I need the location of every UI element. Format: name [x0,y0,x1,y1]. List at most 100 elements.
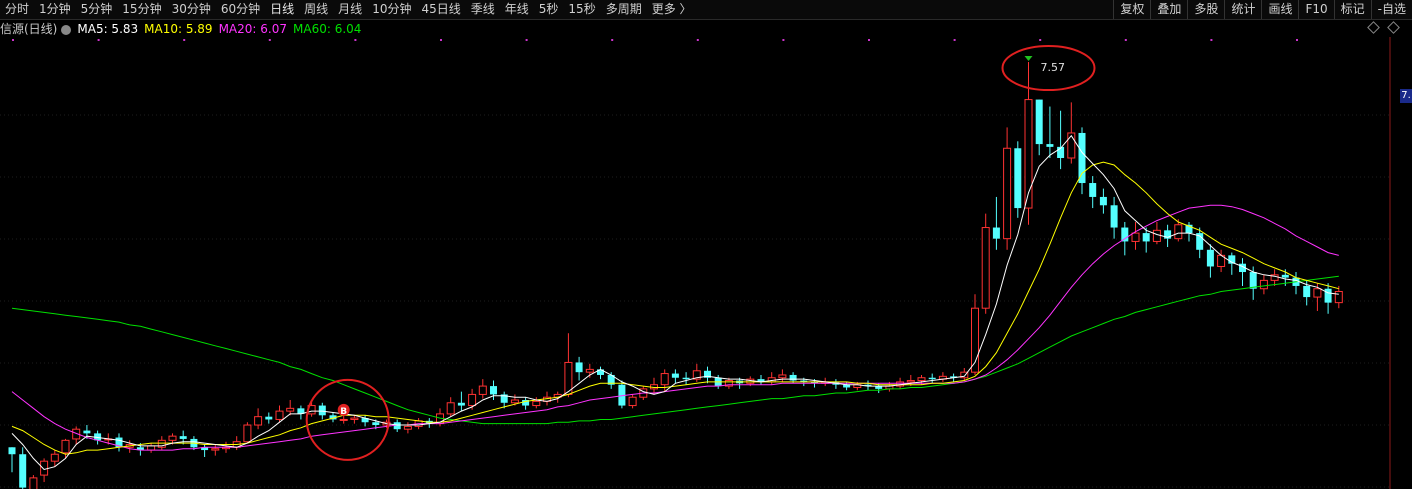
candle-body-down [265,416,273,420]
candle-body-down [1014,148,1022,209]
top-dot-marker [953,39,956,41]
period-tab-12[interactable]: 年线 [500,0,534,19]
toolbar-button-2[interactable]: 多股 [1187,0,1224,19]
toolbar-button-0[interactable]: 复权 [1113,0,1150,19]
candle-body-up [1003,147,1012,240]
toolbar-button-1[interactable]: 叠加 [1150,0,1187,19]
ma10-value: MA10: 5.89 [144,21,213,36]
top-dot-marker [868,39,870,41]
candle-body-up [532,400,541,407]
candle-body-down [1089,183,1097,197]
candle-body-down [928,377,936,380]
candle-body-up [446,402,455,415]
candle-body-down [1110,205,1118,228]
candle-body-down [682,377,690,380]
top-dot-marker [1039,39,1042,41]
period-tab-16[interactable]: 更多 〉 [647,0,697,19]
candle-body-up [29,477,38,489]
toolbar-button-3[interactable]: 统计 [1224,0,1261,19]
candle-body-up [478,385,487,395]
top-dot-marker [1210,39,1213,41]
period-tab-15[interactable]: 多周期 [601,0,647,19]
period-tab-0[interactable]: 分时 [0,0,34,19]
ma-legend: 信源(日线) MA5: 5.83 MA10: 5.89 MA20: 6.07 M… [0,20,367,37]
top-dot-marker [268,39,271,41]
period-tab-14[interactable]: 15秒 [563,0,600,19]
candle-body-up [981,227,990,309]
ma60-value: MA60: 6.04 [293,21,362,36]
candle-body-down [372,422,380,426]
candle-body-up [61,439,70,454]
candle-body-up [778,374,787,379]
candle-body-down [490,386,497,395]
top-dot-marker [611,39,614,41]
period-tab-9[interactable]: 10分钟 [367,0,416,19]
candle-body-down [575,362,583,373]
period-tab-13[interactable]: 5秒 [534,0,564,19]
period-tab-11[interactable]: 季线 [466,0,500,19]
toolbar-button-5[interactable]: F10 [1298,0,1333,19]
ma5-line [11,134,1339,471]
candle-body-down [457,402,465,406]
period-tab-2[interactable]: 5分钟 [76,0,118,19]
candle-body-down [1303,285,1311,298]
period-tab-6[interactable]: 日线 [265,0,299,19]
period-tab-1[interactable]: 1分钟 [34,0,76,19]
period-tab-7[interactable]: 周线 [299,0,333,19]
toolbar-button-7[interactable]: -自选 [1370,0,1412,19]
high-price-label: 7.57 [1041,61,1066,74]
top-dot-marker [12,39,14,41]
candle-body-down [1121,227,1129,242]
top-dot-marker [354,39,357,41]
candle-body-down [179,436,187,439]
candle-body-up [50,453,59,462]
top-dot-marker [525,39,528,41]
candle-body-up [468,393,477,407]
candle-body-up [168,435,177,441]
buy-marker-label: B [340,407,347,417]
period-tab-4[interactable]: 30分钟 [167,0,216,19]
candle-body-up [1259,279,1268,290]
diamond-icon-left[interactable] [1367,21,1380,34]
candle-body-up [1334,291,1343,304]
candle-body-up [254,416,263,426]
top-dot-marker [1296,39,1298,41]
candle-body-up [286,407,295,412]
candle-body-up [243,424,252,443]
period-tab-3[interactable]: 15分钟 [117,0,166,19]
period-tab-8[interactable]: 月线 [333,0,367,19]
candle-body-down [992,227,1000,239]
period-tab-5[interactable]: 60分钟 [216,0,265,19]
candle-body-up [1067,132,1076,159]
top-dot-marker [1124,39,1127,41]
diamond-icon-right[interactable] [1387,21,1400,34]
toolbar-button-4[interactable]: 画线 [1261,0,1298,19]
candle-body-down [1035,99,1043,145]
right-price-tag: 7. [1400,89,1412,103]
candle-body-down [671,373,679,378]
top-dot-marker [440,39,442,41]
candle-body-down [1142,233,1150,242]
ma10-line [11,161,1339,455]
candle-body-down [1324,288,1332,303]
ma20-value: MA20: 6.07 [218,21,287,36]
candle-body-up [350,417,359,420]
period-toolbar: 分时 1分钟 5分钟 15分钟 30分钟 60分钟 日线 周线 月线 10分钟 45日线 季线 年线 5秒… [0,0,1412,20]
candle-body-up [211,448,220,451]
candle-body-up [1131,232,1140,242]
candle-body-down [789,374,797,381]
candle-body-down [1046,144,1054,147]
candle-body-up [40,460,49,476]
candle-body-down [1281,274,1289,278]
stock-name: 信源(日线) [0,22,58,36]
candle-body-up [1313,288,1322,298]
toolbar-button-6[interactable]: 标记 [1333,0,1371,19]
candle-body-up [147,445,156,451]
settings-dot-icon[interactable] [61,24,72,35]
top-dot-marker [782,39,785,41]
period-tab-10[interactable]: 45日线 [416,0,465,19]
toolbar-right-buttons: 复权 叠加 多股 统计 画线 F10 标记 -自选 [1113,0,1412,19]
candle-body-down [318,405,326,416]
candle-body-up [1152,229,1161,242]
candle-body-up [339,418,348,421]
